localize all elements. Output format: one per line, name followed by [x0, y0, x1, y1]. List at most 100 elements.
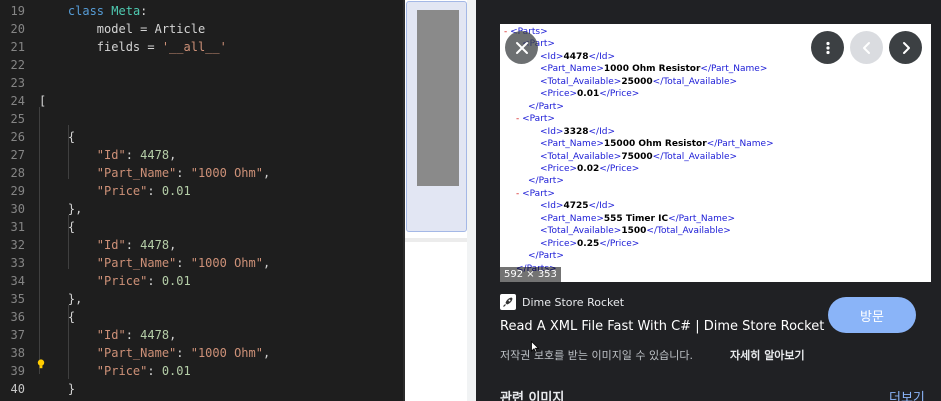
- code-token: 0.01: [161, 274, 191, 288]
- code-token: "Id": [96, 148, 126, 162]
- xml-line: - <Part>: [516, 188, 555, 199]
- code-token: "Id": [96, 238, 126, 252]
- xml-line: <Part_Name>15000 Ohm Resistor</Part_Name…: [540, 139, 774, 150]
- indent-guide: [68, 305, 69, 379]
- line-number: 30: [10, 202, 25, 216]
- code-token: '__all__': [161, 40, 227, 54]
- image-title[interactable]: Read A XML File Fast With C# | Dime Stor…: [500, 319, 824, 334]
- next-image-button[interactable]: [889, 31, 922, 64]
- close-icon: [515, 41, 528, 54]
- code-token: "Price": [96, 364, 148, 378]
- xml-line: <Part_Name>555 Timer IC</Part_Name>: [540, 213, 735, 224]
- line-number: 33: [10, 256, 25, 270]
- visit-button[interactable]: 방문: [828, 297, 916, 333]
- image-results-strip[interactable]: [405, 0, 476, 401]
- code-token: class: [67, 4, 112, 18]
- code-line[interactable]: },: [39, 202, 82, 216]
- code-line[interactable]: {: [39, 310, 75, 324]
- code-line[interactable]: "Price": 0.01: [39, 364, 191, 378]
- code-token: fields =: [96, 40, 162, 54]
- line-number: 29: [10, 184, 25, 198]
- code-line[interactable]: class Meta:: [39, 4, 148, 18]
- line-number: 32: [10, 238, 25, 252]
- line-number: 24: [10, 94, 25, 108]
- code-token: ,: [169, 238, 177, 252]
- chevron-right-icon: [902, 41, 910, 54]
- image-dimensions: 592 × 353: [500, 267, 561, 282]
- code-token: :: [125, 328, 141, 342]
- code-line[interactable]: "Id": 4478,: [39, 328, 177, 342]
- code-line[interactable]: "Id": 4478,: [39, 238, 177, 252]
- code-line[interactable]: "Part_Name": "1000 Ohm",: [39, 166, 270, 180]
- more-options-button[interactable]: [811, 31, 844, 64]
- code-line[interactable]: {: [39, 130, 75, 144]
- source-favicon[interactable]: [500, 294, 516, 310]
- mouse-cursor-icon: [531, 341, 539, 353]
- xml-line: <Total_Available>75000</Total_Available>: [540, 151, 738, 162]
- xml-line: <Price>0.25</Price>: [540, 238, 640, 249]
- learn-more-link[interactable]: 자세히 알아보기: [730, 347, 805, 363]
- code-token: ,: [262, 256, 271, 270]
- line-number: 34: [10, 274, 25, 288]
- code-token: },: [67, 202, 83, 216]
- thumbnail-image[interactable]: [417, 10, 459, 186]
- line-number: 25: [10, 112, 25, 126]
- code-token: 0.01: [161, 184, 191, 198]
- close-button[interactable]: [505, 31, 538, 64]
- code-token: 4478: [140, 328, 170, 342]
- xml-line: </Part>: [528, 101, 564, 112]
- chevron-left-icon: [862, 41, 870, 54]
- code-token: "Part_Name": [96, 346, 177, 360]
- code-token: "Price": [96, 274, 148, 288]
- code-line[interactable]: "Part_Name": "1000 Ohm",: [39, 346, 270, 360]
- line-number: 38: [10, 346, 25, 360]
- code-line[interactable]: }: [39, 382, 75, 396]
- code-token: ,: [169, 148, 177, 162]
- more-vert-icon: [825, 41, 830, 54]
- xml-line: <Part_Name>1000 Ohm Resistor</Part_Name>: [540, 64, 768, 75]
- code-token: 4478: [140, 148, 170, 162]
- code-line[interactable]: "Id": 4478,: [39, 148, 177, 162]
- code-token: model = Article: [96, 22, 206, 36]
- code-token: ,: [262, 346, 271, 360]
- code-line[interactable]: fields = '__all__': [39, 40, 227, 54]
- lightbulb-icon[interactable]: [37, 359, 45, 369]
- line-number: 26: [10, 130, 25, 144]
- code-line[interactable]: model = Article: [39, 22, 205, 36]
- xml-line: <Total_Available>25000</Total_Available>: [540, 76, 738, 87]
- strip-edge: [467, 0, 476, 401]
- line-number: 21: [10, 40, 25, 54]
- code-token: :: [140, 4, 148, 18]
- code-line[interactable]: },: [39, 292, 82, 306]
- line-number: 28: [10, 166, 25, 180]
- code-token: "Id": [96, 328, 126, 342]
- code-token: "Part_Name": [96, 256, 177, 270]
- code-line[interactable]: "Price": 0.01: [39, 184, 191, 198]
- code-token: 4478: [140, 238, 170, 252]
- code-line[interactable]: "Part_Name": "1000 Ohm",: [39, 256, 270, 270]
- code-token: }: [67, 382, 76, 396]
- selected-thumbnail[interactable]: [406, 1, 467, 232]
- code-editor[interactable]: 19 20 21 22 23 24 25 26 27 28 29 30 31 32 33 34 35 36 37 38…: [0, 0, 405, 401]
- code-token: :: [125, 238, 141, 252]
- line-number: 31: [10, 220, 25, 234]
- previous-image-button[interactable]: [850, 31, 883, 64]
- indent-guide: [68, 125, 69, 179]
- code-token: :: [147, 274, 162, 288]
- copyright-notice: 저작권 보호를 받는 이미지일 수 있습니다.: [500, 349, 694, 362]
- line-number: 36: [10, 310, 25, 324]
- code-token: "Price": [96, 184, 148, 198]
- code-token: 0.01: [161, 364, 191, 378]
- code-line[interactable]: [: [39, 94, 46, 108]
- line-number: 37: [10, 328, 25, 342]
- line-number: 35: [10, 292, 25, 306]
- code-token: },: [67, 292, 83, 306]
- xml-line: </Part>: [528, 176, 564, 187]
- indent-guide: [39, 107, 40, 374]
- code-token: "1000 Ohm": [190, 346, 263, 360]
- see-more-link[interactable]: 더보기: [889, 387, 925, 401]
- code-token: :: [176, 256, 191, 270]
- code-line[interactable]: "Price": 0.01: [39, 274, 191, 288]
- source-name[interactable]: Dime Store Rocket: [522, 296, 624, 309]
- code-line[interactable]: {: [39, 220, 75, 234]
